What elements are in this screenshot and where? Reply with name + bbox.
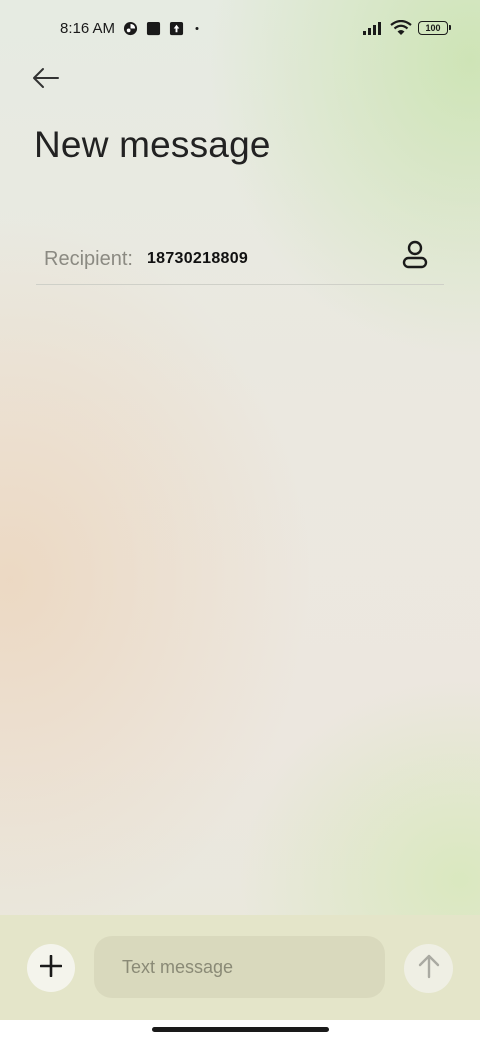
contact-picker-button[interactable] [400,240,430,274]
back-button[interactable] [28,64,64,96]
plus-icon [39,954,63,982]
add-attachment-button[interactable] [27,944,75,992]
message-input[interactable] [94,936,385,998]
home-indicator[interactable] [152,1027,329,1032]
navigation-area [0,1020,480,1040]
recipient-row[interactable]: Recipient: 18730218809 [36,234,444,285]
arrow-left-icon [32,67,60,94]
battery-indicator: 100 [418,21,451,35]
recipient-label: Recipient: [44,247,133,270]
status-left: 8:16 AM [60,20,202,37]
wifi-icon [390,20,412,36]
send-button[interactable] [404,944,453,993]
status-right: 100 [362,20,451,36]
status-bar: 8:16 AM 100 [0,0,480,56]
arrow-up-icon [418,953,440,984]
upload-icon [169,21,184,36]
recipient-value[interactable]: 18730218809 [147,250,248,268]
page-title: New message [34,124,271,165]
person-icon [402,240,428,275]
composer-bar [0,915,480,1020]
dot-icon [192,21,202,36]
status-time: 8:16 AM [60,19,116,37]
signal-icon [362,21,384,35]
square-app-icon [146,21,161,36]
notification-app-icon [123,21,138,36]
